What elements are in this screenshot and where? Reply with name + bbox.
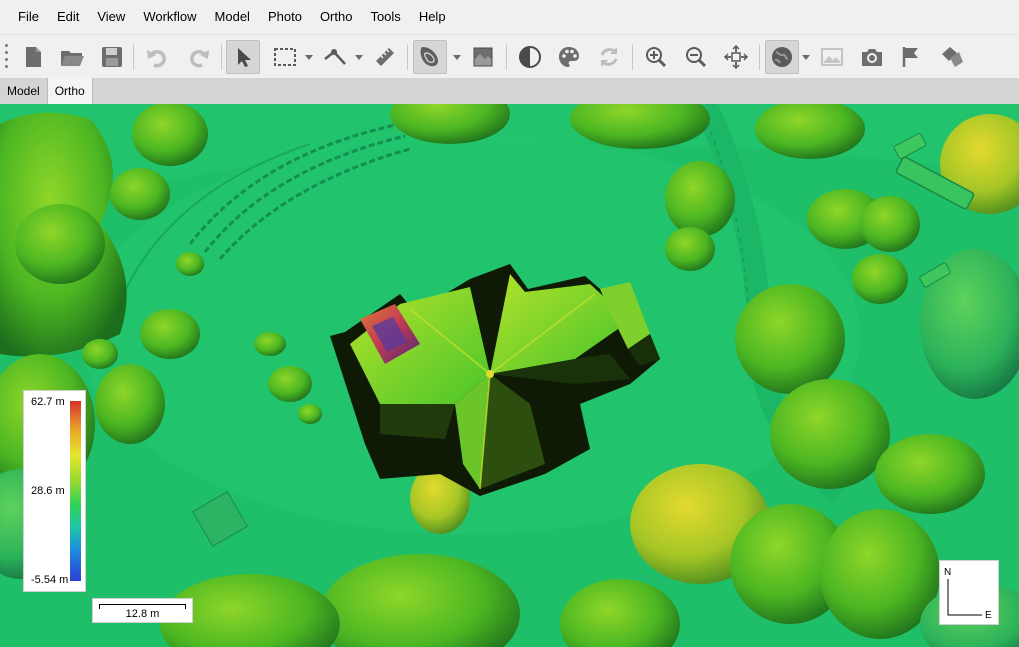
draw-polyline-button[interactable] (318, 40, 352, 74)
elevation-legend: 62.7 m 28.6 m -5.54 m (23, 390, 86, 592)
scale-bar: 12.8 m (92, 598, 193, 623)
zoom-out-button[interactable] (679, 40, 713, 74)
tab-ortho[interactable]: Ortho (47, 78, 93, 104)
dem-dropdown-arrow[interactable] (452, 53, 461, 61)
menu-tools[interactable]: Tools (361, 6, 409, 28)
open-button[interactable] (55, 40, 89, 74)
orthomosaic-icon (473, 47, 493, 67)
scale-bar-label: 12.8 m (125, 608, 160, 620)
image-icon (821, 48, 843, 66)
palette-button[interactable] (552, 40, 586, 74)
ruler-icon (376, 48, 394, 66)
compass-east-label: E (985, 610, 992, 621)
menu-file[interactable]: File (9, 6, 48, 28)
orthomosaic-view-button[interactable] (466, 40, 500, 74)
hillshading-button[interactable] (513, 40, 547, 74)
navigation-button[interactable] (226, 40, 260, 74)
show-images-button[interactable] (815, 40, 849, 74)
shapes-icon (942, 47, 963, 67)
zoom-out-icon (686, 47, 707, 68)
view-tab-bar: Model Ortho (0, 78, 1019, 104)
north-arrow-compass: N E (939, 560, 999, 625)
half-circle-contrast-icon (519, 46, 541, 68)
polyline-icon (324, 49, 346, 65)
reset-view-button[interactable] (719, 40, 753, 74)
toolbar-grip-handle[interactable] (5, 44, 9, 70)
selection-dropdown-arrow[interactable] (304, 53, 313, 61)
basemap-button[interactable] (765, 40, 799, 74)
dem-view-button[interactable] (413, 40, 447, 74)
redo-button[interactable] (182, 40, 216, 74)
legend-max-label: 62.7 m (31, 396, 65, 408)
undo-icon (147, 50, 166, 68)
folder-open-icon (61, 51, 84, 66)
pointer-arrow-icon (238, 48, 251, 67)
menu-bar: File Edit View Workflow Model Photo Orth… (0, 0, 1019, 34)
capture-view-button[interactable] (855, 40, 889, 74)
legend-min-label: -5.54 m (31, 574, 69, 586)
menu-photo[interactable]: Photo (259, 6, 311, 28)
toolbar-separator (407, 44, 408, 70)
legend-color-ramp (70, 401, 81, 581)
ruler-button[interactable] (368, 40, 402, 74)
legend-mid-label: 28.6 m (31, 485, 65, 497)
refresh-icon (600, 47, 618, 67)
dem-contour-icon (420, 47, 438, 67)
toolbar-separator (133, 44, 134, 70)
basemap-dropdown-arrow[interactable] (801, 53, 810, 61)
globe-icon (772, 47, 792, 67)
redo-icon (190, 50, 209, 68)
menu-edit[interactable]: Edit (48, 6, 88, 28)
markers-button[interactable] (895, 40, 929, 74)
draw-dropdown-arrow[interactable] (354, 53, 363, 61)
menu-ortho[interactable]: Ortho (311, 6, 362, 28)
zoom-in-button[interactable] (639, 40, 673, 74)
menu-help[interactable]: Help (410, 6, 455, 28)
toolbar-separator (506, 44, 507, 70)
shapes-button[interactable] (935, 40, 969, 74)
toolbar-separator (759, 44, 760, 70)
rectangle-select-icon (274, 48, 296, 66)
refresh-button[interactable] (592, 40, 626, 74)
floppy-disk-icon (102, 47, 122, 67)
menu-model[interactable]: Model (206, 6, 259, 28)
toolbar-separator (632, 44, 633, 70)
ortho-viewport[interactable]: 62.7 m 28.6 m -5.54 m 12.8 m N E (0, 104, 1019, 647)
compass-north-label: N (944, 567, 952, 578)
camera-icon (862, 49, 882, 66)
toolbar-separator (221, 44, 222, 70)
menu-view[interactable]: View (88, 6, 134, 28)
reset-view-arrows-icon (723, 44, 749, 70)
tab-model[interactable]: Model (0, 78, 48, 104)
toolbar (0, 34, 1019, 78)
new-document-button[interactable] (16, 40, 50, 74)
dem-map[interactable] (0, 104, 1019, 647)
save-button[interactable] (95, 40, 129, 74)
app-window: File Edit View Workflow Model Photo Orth… (0, 0, 1019, 647)
undo-button[interactable] (140, 40, 174, 74)
flag-icon (902, 47, 918, 67)
palette-icon (559, 47, 579, 67)
new-document-icon (26, 47, 41, 67)
zoom-in-icon (646, 47, 667, 68)
rectangle-selection-button[interactable] (268, 40, 302, 74)
menu-workflow[interactable]: Workflow (134, 6, 205, 28)
